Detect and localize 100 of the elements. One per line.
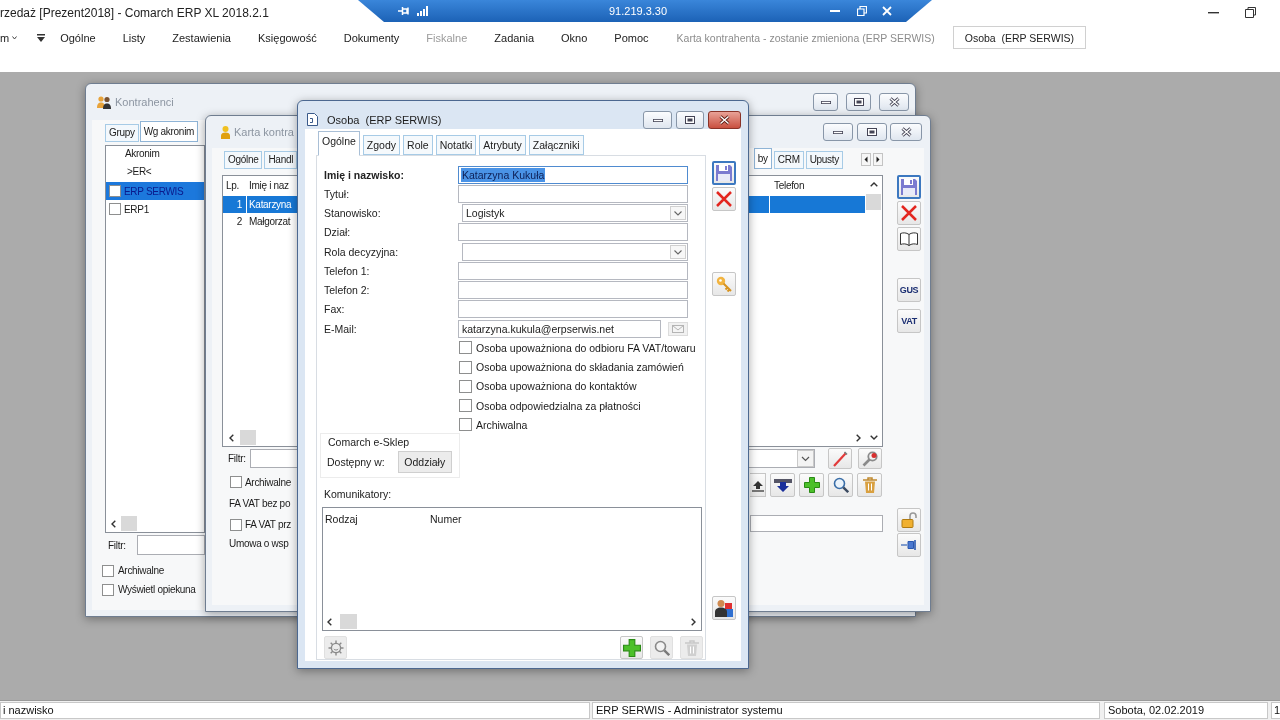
cancel-button[interactable] <box>897 201 921 225</box>
restore-icon[interactable] <box>1245 7 1256 18</box>
settings-button[interactable] <box>324 636 347 659</box>
clear-filter-button[interactable] <box>828 448 852 469</box>
column-header[interactable]: Rodzaj <box>325 512 430 526</box>
column-header[interactable]: Lp. <box>223 176 247 194</box>
column-header[interactable]: Imię i naz <box>247 179 289 191</box>
window-tab[interactable]: Osoba (ERP SERWIS) <box>952 26 1087 49</box>
customize-icon[interactable] <box>37 33 46 42</box>
menu-item[interactable]: Listy <box>122 31 146 44</box>
minimize-button[interactable] <box>823 123 853 141</box>
tab[interactable]: Notatki <box>435 135 477 155</box>
tab[interactable]: Załączniki <box>528 135 584 155</box>
maximize-button[interactable] <box>676 111 704 129</box>
pin-icon[interactable] <box>398 6 409 16</box>
input-field[interactable]: Katarzyna Kukuła <box>458 165 688 184</box>
chevron-left-icon[interactable] <box>111 519 116 528</box>
dropdown-field[interactable] <box>462 242 688 261</box>
chevron-left-icon[interactable] <box>229 433 234 442</box>
tab[interactable]: Ogólne <box>318 131 360 156</box>
checkbox[interactable] <box>109 203 121 215</box>
minimize-icon[interactable] <box>1208 11 1219 14</box>
menu-item[interactable]: Pomoc <box>614 31 649 44</box>
tab[interactable]: by <box>753 148 772 169</box>
tab[interactable]: Ogólne <box>224 151 263 169</box>
arrow-left-icon[interactable] <box>861 153 871 166</box>
checkbox[interactable] <box>230 476 242 488</box>
maximize-button[interactable] <box>846 93 871 111</box>
add-button[interactable] <box>799 473 824 497</box>
tab[interactable]: Wg akronim <box>139 121 199 142</box>
column-header[interactable]: Numer <box>430 512 535 526</box>
minimize-button[interactable] <box>813 93 838 111</box>
table-cell[interactable]: Małgorzat <box>247 216 291 227</box>
close-button[interactable] <box>708 111 741 129</box>
input-field[interactable] <box>458 223 688 242</box>
chevron-left-icon[interactable] <box>327 617 332 626</box>
email-field[interactable]: katarzyna.kukula@erpserwis.net <box>458 319 661 338</box>
filter-field[interactable] <box>136 535 205 555</box>
tab[interactable]: Atrybuty <box>479 135 526 155</box>
tab[interactable]: Zgody <box>362 135 401 155</box>
pin-button[interactable] <box>897 533 921 557</box>
filter-value[interactable]: >ER< <box>127 166 152 177</box>
checkbox[interactable] <box>102 583 114 596</box>
book-button[interactable] <box>897 227 921 251</box>
caret-icon[interactable] <box>12 35 18 40</box>
close-button[interactable] <box>890 123 922 141</box>
menu-item[interactable]: Okno <box>561 31 588 44</box>
menu-item[interactable]: m <box>0 31 10 44</box>
close-button[interactable] <box>879 93 909 111</box>
checkbox[interactable] <box>109 185 121 197</box>
scrollbar-thumb[interactable] <box>121 516 137 531</box>
maximize-button[interactable] <box>857 123 887 141</box>
window-tab[interactable]: Karta kontrahenta - zostanie zmieniona (ERP SERWIS) <box>664 26 947 49</box>
tab[interactable]: CRM <box>773 151 804 169</box>
table-cell[interactable]: Katarzyna <box>247 199 292 210</box>
tab[interactable]: Grupy <box>105 124 139 142</box>
scrollbar-thumb[interactable] <box>866 194 881 210</box>
save-button[interactable] <box>712 161 736 185</box>
menu-item[interactable]: Zadania <box>494 31 535 44</box>
lookup-button[interactable]: VAT <box>897 309 921 333</box>
search-button[interactable] <box>650 636 673 659</box>
contacts-button[interactable] <box>712 596 736 620</box>
tray-button[interactable] <box>750 473 766 497</box>
unlock-button[interactable] <box>897 508 921 532</box>
tab[interactable]: Role <box>403 135 433 155</box>
lookup-button[interactable]: GUS <box>897 278 921 302</box>
filter-settings-button[interactable] <box>858 448 882 469</box>
dropdown-field[interactable]: Logistyk <box>462 204 688 223</box>
search-button[interactable] <box>828 473 853 497</box>
chevron-right-icon[interactable] <box>691 617 696 626</box>
add-button[interactable] <box>620 636 643 659</box>
branches-button[interactable]: Oddziały <box>397 451 452 473</box>
input-field[interactable] <box>458 281 688 300</box>
save-button[interactable] <box>897 175 921 199</box>
tab[interactable]: Handl <box>264 151 298 169</box>
checkbox[interactable] <box>459 341 472 355</box>
download-button[interactable] <box>770 473 795 497</box>
column-header[interactable]: Telefon <box>769 176 865 194</box>
scrollbar-thumb[interactable] <box>340 614 357 629</box>
menu-item[interactable]: Zestawienia <box>172 31 231 44</box>
chevron-down-icon[interactable] <box>869 435 878 440</box>
checkbox[interactable] <box>102 564 114 577</box>
checkbox[interactable] <box>459 418 472 432</box>
tab[interactable]: Upusty <box>805 151 843 169</box>
input-field[interactable] <box>750 515 883 532</box>
list-item[interactable]: ERP1 <box>106 200 204 218</box>
scrollbar-thumb[interactable] <box>240 430 256 445</box>
input-field[interactable] <box>458 300 688 319</box>
menu-item[interactable]: Księgowość <box>258 31 317 44</box>
chevron-right-icon[interactable] <box>856 433 861 442</box>
minimize-button[interactable] <box>643 111 672 129</box>
checkbox[interactable] <box>230 518 242 531</box>
arrow-right-icon[interactable] <box>873 153 883 166</box>
menu-item[interactable]: Dokumenty <box>343 31 400 44</box>
input-field[interactable] <box>458 261 688 280</box>
menu-item[interactable]: Ogólne <box>60 31 96 44</box>
input-field[interactable] <box>458 184 688 203</box>
checkbox[interactable] <box>459 399 472 413</box>
cancel-button[interactable] <box>712 187 736 211</box>
chevron-up-icon[interactable] <box>869 182 878 187</box>
